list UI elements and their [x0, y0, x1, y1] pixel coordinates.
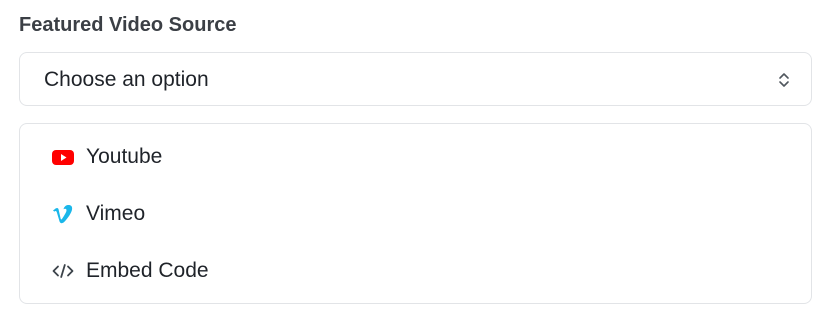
option-embed-code[interactable]: Embed Code — [20, 248, 811, 294]
field-label: Featured Video Source — [19, 14, 237, 36]
option-label: Vimeo — [86, 202, 146, 225]
option-youtube[interactable]: Youtube — [20, 134, 811, 180]
video-source-select[interactable]: Choose an option — [19, 52, 812, 106]
option-label: Embed Code — [86, 259, 209, 282]
vimeo-icon — [53, 204, 73, 224]
code-icon — [52, 264, 74, 278]
select-value: Choose an option — [44, 68, 209, 91]
option-label: Youtube — [86, 145, 163, 168]
dropdown-options-list: Youtube Vimeo Embed Code — [19, 123, 812, 304]
youtube-icon — [52, 150, 74, 165]
option-vimeo[interactable]: Vimeo — [20, 191, 811, 237]
chevron-updown-icon — [779, 73, 789, 87]
